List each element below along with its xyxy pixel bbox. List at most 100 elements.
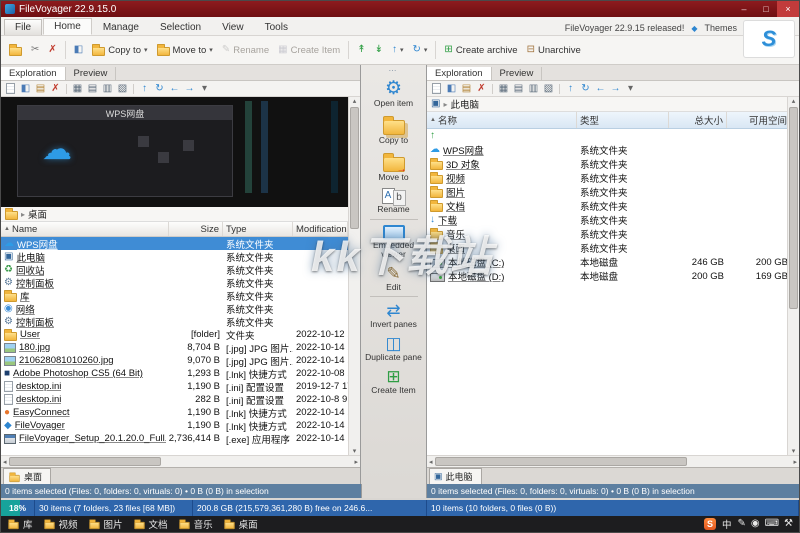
tool-duplicate-pane[interactable]: ◫ Duplicate pane — [363, 335, 425, 362]
file-row[interactable]: 库 系统文件夹 — [1, 289, 348, 302]
back-button[interactable]: ← — [168, 82, 181, 95]
splitter-handle[interactable]: ⋯ — [389, 66, 399, 75]
toolbar-button-unarchive[interactable]: ⊟ Unarchive — [523, 42, 585, 59]
wrench-icon[interactable]: ⚒ — [784, 519, 793, 529]
back-button[interactable]: ← — [594, 82, 607, 95]
toolbar-button-create-item[interactable]: ▦ Create Item — [274, 42, 344, 59]
file-row[interactable]: 本地磁盘 (D:) 本地磁盘 200 GB 169 GB — [427, 269, 787, 283]
tab-exploration[interactable]: Exploration — [1, 67, 66, 80]
right-horizontal-scrollbar[interactable]: ◂ ▸ — [427, 455, 799, 467]
scrollbar-thumb[interactable] — [350, 107, 359, 229]
arrow-bottom-button[interactable]: ↡ — [371, 42, 387, 58]
minimize-button[interactable]: – — [733, 1, 755, 17]
column-header-modification-date[interactable]: Modification date — [293, 222, 348, 236]
tool-copy-to[interactable]: Copy to — [363, 114, 425, 145]
file-row[interactable]: ☁ WPS网盘 系统文件夹 — [427, 143, 787, 158]
release-announcement[interactable]: FileVoyager 22.9.15 released! — [565, 23, 685, 33]
delete-button[interactable]: ✗ — [44, 42, 60, 58]
file-row[interactable]: ⚙ 控制面板 系统文件夹 — [1, 315, 348, 328]
left-breadcrumb[interactable]: ▸ 桌面 — [1, 207, 348, 222]
up-button[interactable]: ↑ — [138, 82, 151, 95]
scroll-left-icon[interactable]: ◂ — [3, 458, 7, 466]
file-button[interactable] — [430, 82, 443, 95]
tab-exploration[interactable]: Exploration — [427, 67, 492, 80]
file-row[interactable]: ▣ 此电脑 系统文件夹 — [1, 250, 348, 263]
taskbar-item[interactable]: 库 — [7, 517, 33, 531]
refresh-button[interactable]: ↻ — [153, 82, 166, 95]
tool-edit[interactable]: ✎ Edit — [363, 265, 425, 292]
file-row[interactable]: desktop.ini 1,190 B [.ini] 配置设置 2019-12-7 1… — [1, 380, 348, 393]
folder-tab-this-pc[interactable]: ▣ 此电脑 — [429, 468, 482, 484]
file-row[interactable]: ◉ 网络 系统文件夹 — [1, 302, 348, 315]
title-bar[interactable]: FileVoyager 22.9.15.0 – □ × — [1, 1, 799, 17]
scroll-right-icon[interactable]: ▸ — [793, 458, 797, 466]
column-header-name[interactable]: ▲ Name — [1, 222, 169, 236]
file-row[interactable]: 视频 系统文件夹 — [427, 171, 787, 185]
dropdown-button[interactable]: ▾ — [198, 82, 211, 95]
tool-rename[interactable]: Rename — [363, 187, 425, 214]
file-row[interactable]: ☁ WPS网盘 系统文件夹 — [1, 237, 348, 250]
file-row[interactable]: 文档 系统文件夹 — [427, 199, 787, 213]
tool-create-item[interactable]: ⊞ Create Item — [363, 368, 425, 395]
mic-icon[interactable]: ◉ — [751, 519, 760, 529]
file-row[interactable]: 桌面 系统文件夹 — [427, 241, 787, 255]
file-row[interactable]: ● EasyConnect 1,190 B [.lnk] 快捷方式 2022-10-14… — [1, 406, 348, 419]
maximize-button[interactable]: □ — [755, 1, 777, 17]
refresh-button[interactable]: ↻ — [579, 82, 592, 95]
column-header-type[interactable]: Type — [223, 222, 293, 236]
ribbon-tab-tools[interactable]: Tools — [255, 20, 298, 35]
scroll-down-icon[interactable]: ▾ — [792, 447, 796, 455]
left-vertical-scrollbar[interactable]: ▴ ▾ — [348, 97, 360, 455]
file-row[interactable]: 图片 系统文件夹 — [427, 185, 787, 199]
taskbar-item[interactable]: 图片 — [88, 517, 123, 531]
file-row[interactable]: desktop.ini 282 B [.ini] 配置设置 2022-10-8 9:4… — [1, 393, 348, 406]
scrollbar-thumb[interactable] — [434, 457, 687, 466]
tool-embedded-viewer[interactable]: Embedded viewer — [363, 224, 425, 259]
thumbnails-view-button[interactable]: ▦ — [497, 82, 510, 95]
column-header-col1[interactable]: 类型 — [577, 112, 669, 128]
file-row[interactable]: ↑ — [427, 129, 787, 143]
toolbar-button-copy-to[interactable]: Copy to ▾ — [88, 41, 151, 59]
file-row[interactable]: 3D 对象 系统文件夹 — [427, 157, 787, 171]
delete-button[interactable]: ✗ — [475, 82, 488, 95]
file-row[interactable]: FileVoyager_Setup_20.1.20.0_Full.exe32,7… — [1, 432, 348, 445]
scrollbar-thumb[interactable] — [8, 457, 161, 466]
forward-button[interactable]: → — [183, 82, 196, 95]
keyboard-icon[interactable]: ⌨ — [765, 519, 779, 529]
refresh-button[interactable]: ↻ ▾ — [409, 42, 432, 58]
dropdown-button[interactable]: ▾ — [624, 82, 637, 95]
ribbon-tab-selection[interactable]: Selection — [150, 20, 211, 35]
pen-icon[interactable]: ✎ — [737, 519, 745, 529]
tiles-view-button[interactable]: ▧ — [116, 82, 129, 95]
right-breadcrumb[interactable]: ▣ ▸ 此电脑 — [427, 97, 787, 112]
scroll-right-icon[interactable]: ▸ — [354, 458, 358, 466]
themes-menu[interactable]: Themes — [704, 23, 737, 33]
forward-button[interactable]: → — [609, 82, 622, 95]
tool-open-item[interactable]: ⚙ Open item — [363, 79, 425, 108]
sogou-input-icon[interactable]: S — [703, 518, 716, 530]
scroll-up-icon[interactable]: ▴ — [353, 97, 357, 105]
file-row[interactable]: ↓ 下载 系统文件夹 — [427, 213, 787, 228]
copy-button[interactable]: ◧ — [445, 82, 458, 95]
copy-button[interactable]: ◧ — [70, 42, 87, 58]
tab-preview[interactable]: Preview — [491, 67, 543, 80]
taskbar-item[interactable]: 文档 — [133, 517, 168, 531]
paste-button[interactable]: ▤ — [34, 82, 47, 95]
right-vertical-scrollbar[interactable]: ▴ ▾ — [787, 97, 799, 455]
column-header-size[interactable]: Size — [169, 222, 223, 236]
tool-invert-panes[interactable]: ⇄ Invert panes — [363, 302, 425, 329]
cut-button[interactable]: ✂ — [27, 42, 43, 58]
column-header-col3[interactable]: 可用空间 — [727, 112, 791, 128]
tiles-view-button[interactable]: ▧ — [542, 82, 555, 95]
ribbon-tab-view[interactable]: View — [212, 20, 254, 35]
tool-move-to[interactable]: Move to — [363, 151, 425, 182]
file-row[interactable]: ■ Adobe Photoshop CS5 (64 Bit) 1,293 B [.ln… — [1, 367, 348, 380]
ime-language-indicator[interactable]: 中 — [722, 517, 732, 531]
delete-button[interactable]: ✗ — [49, 82, 62, 95]
arrow-up-button[interactable]: ↑ ▾ — [388, 42, 408, 58]
file-row[interactable]: 音乐 系统文件夹 — [427, 227, 787, 241]
toolbar-button-rename[interactable]: ✎ Rename — [218, 42, 273, 59]
file-row[interactable]: ♻ 回收站 系统文件夹 — [1, 263, 348, 276]
tab-preview[interactable]: Preview — [65, 67, 117, 80]
details-view-button[interactable]: ▥ — [527, 82, 540, 95]
